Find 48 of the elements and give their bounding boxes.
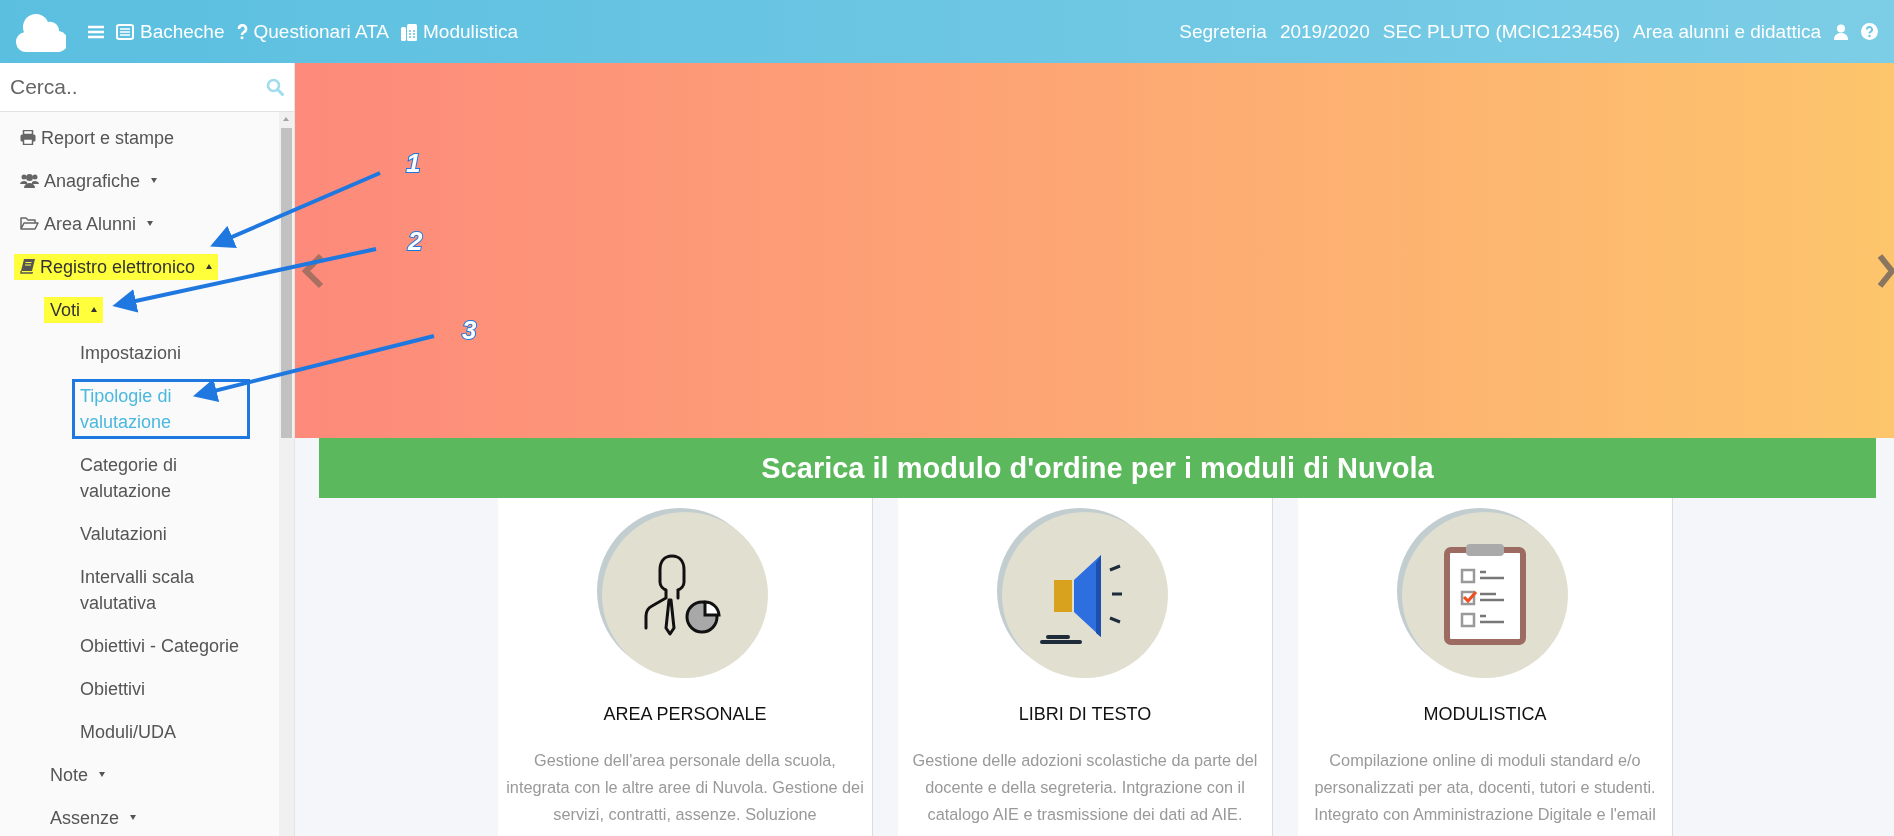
callout-number: 3 xyxy=(462,315,477,345)
sidebar-item[interactable]: Moduli/UDA xyxy=(80,718,177,745)
caret-icon xyxy=(206,264,213,269)
sidebar-item[interactable]: Report e stampe xyxy=(20,124,175,151)
sidebar-item[interactable]: Registro elettronico xyxy=(14,253,219,280)
help-icon xyxy=(236,23,248,40)
sidebar-item[interactable]: Area Alunni xyxy=(20,210,154,237)
chevron-right-icon[interactable] xyxy=(1878,253,1894,289)
module-card[interactable]: LIBRI DI TESTO Gestione delle adozioni scolastiche da parte del docente e della segreteria. Intgrazione con il catalogo AIE e trasmissione dei dati ad AIE. xyxy=(898,498,1273,836)
card-description: Compilazione online di moduli standard e/o personalizzati per ata, docenti, tutori e studenti. Integrato con Amministrazione Digitale e l'email xyxy=(1313,750,1657,825)
sidebar-item[interactable]: Assenze xyxy=(50,804,137,831)
cloud-logo[interactable] xyxy=(16,11,66,52)
caret-icon xyxy=(130,815,137,820)
caret-icon xyxy=(99,772,106,777)
sidebar-item[interactable]: Note xyxy=(50,761,106,788)
user-icon[interactable] xyxy=(1834,23,1848,40)
card-title: AREA PERSONALE xyxy=(603,704,767,725)
module-card[interactable]: MODULISTICA Compilazione online di moduli standard e/o personalizzati per ata, docenti, tutori e studenti. Integrato con Amministrazione Digitale e l'email xyxy=(1298,498,1673,836)
fax-icon xyxy=(401,22,418,41)
list-icon xyxy=(116,23,134,40)
chevron-left-icon[interactable] xyxy=(301,253,325,289)
sidebar-item[interactable]: Obiettivi xyxy=(80,675,146,702)
sidebar-item[interactable]: Impostazioni xyxy=(80,339,182,366)
folder-icon xyxy=(20,216,39,231)
card-description: Gestione delle adozioni scolastiche da parte del docente e della segreteria. Intgrazione con il catalogo AIE e trasmissione dei dati ad AIE. xyxy=(911,750,1259,825)
printer-icon xyxy=(20,130,36,145)
sidebar-item[interactable]: Valutazioni xyxy=(80,520,167,547)
card-description: Gestione dell'area personale della scuola, integrata con le altre aree di Nuvola. Gestione dei servizi, contratti, assenze. Soluzione xyxy=(505,750,865,825)
sidebar-item[interactable]: Obiettivi - Categorie xyxy=(80,632,240,659)
card-title: LIBRI DI TESTO xyxy=(1018,704,1152,725)
sidebar-item[interactable]: Anagrafiche xyxy=(20,167,158,194)
search-field[interactable]: Cerca.. xyxy=(0,63,294,112)
module-card[interactable]: AREA PERSONALE Gestione dell'area personale della scuola, integrata con le altre aree di Nuvola. Gestione dei servizi, contratti, assenze. Soluzione xyxy=(498,498,873,836)
sidebar-item[interactable]: Categorie di valutazione xyxy=(80,451,258,504)
search-icon xyxy=(266,78,284,96)
caret-icon xyxy=(91,307,98,312)
scrollbar[interactable] xyxy=(279,112,294,836)
sidebar-item[interactable]: Intervalli scala valutativa xyxy=(80,563,258,616)
help-icon[interactable] xyxy=(1861,23,1878,40)
book-icon xyxy=(20,259,35,274)
callout-number: 1 xyxy=(406,148,421,178)
menu-icon[interactable] xyxy=(88,24,104,39)
card-title: MODULISTICA xyxy=(1423,704,1547,725)
caret-icon xyxy=(151,178,158,183)
caret-icon xyxy=(147,221,154,226)
callout-number: 2 xyxy=(408,226,423,256)
sidebar-item[interactable]: Voti xyxy=(44,296,104,323)
users-icon xyxy=(20,173,39,188)
